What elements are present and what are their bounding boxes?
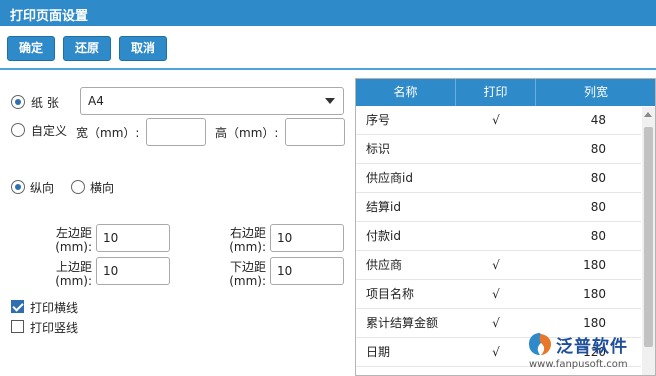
header-print[interactable]: 打印 [456,79,536,106]
width-label: 宽（mm）: [76,126,140,140]
cell-print[interactable]: √ [456,106,536,135]
cell-width[interactable]: 80 [536,164,606,193]
paper-label: 纸 张 [31,96,59,110]
left-margin-label-line2: (mm): [55,240,92,254]
portrait-radio[interactable] [11,180,25,194]
top-margin-input[interactable]: 10 [96,257,170,285]
logo-text: 泛普软件 [556,337,628,357]
cell-name: 日期 [366,345,391,359]
cell-name: 累计结算金额 [366,316,439,330]
scrollbar-thumb[interactable] [644,127,653,347]
custom-label: 自定义 [31,124,68,138]
table-row[interactable]: 供应商 √ 180 [356,251,641,280]
right-margin-label-line1: 右边距 [229,226,266,240]
fanpu-logo: 泛普软件 www.fanpusoft.com [527,330,652,374]
chevron-down-icon [325,98,335,104]
table-row[interactable]: 序号 √ 48 [356,106,641,135]
cell-name: 供应商id [366,171,413,185]
cell-name: 标识 [366,142,391,156]
cell-name: 付款id [366,229,401,243]
table-row[interactable]: 结算id 80 [356,193,641,222]
grid-header: 名称 打印 列宽 [356,79,655,106]
cell-print[interactable]: √ [456,251,536,280]
right-margin-label: 右边距 (mm): [200,226,266,254]
top-margin-label-line2: (mm): [55,274,92,288]
landscape-radio[interactable] [71,180,85,194]
table-row[interactable]: 项目名称 √ 180 [356,280,641,309]
left-margin-input[interactable]: 10 [96,224,170,252]
cell-width[interactable]: 80 [536,222,606,251]
window-title: 打印页面设置 [0,0,656,26]
bottom-margin-label-line2: (mm): [229,274,266,288]
print-hlines-checkbox[interactable] [11,300,24,313]
logo-mark-icon [529,333,551,355]
cell-width[interactable]: 80 [536,135,606,164]
restore-button[interactable]: 还原 [63,36,111,61]
right-margin-label-line2: (mm): [229,240,266,254]
cell-width[interactable]: 48 [536,106,606,135]
cell-name: 供应商 [366,258,403,272]
landscape-label: 横向 [90,181,115,195]
bottom-margin-label-line1: 下边距 [229,260,266,274]
right-margin-input[interactable]: 10 [270,224,344,252]
left-margin-label: 左边距 (mm): [30,226,92,254]
left-margin-label-line1: 左边距 [55,226,92,240]
paper-size-value: A4 [88,94,104,108]
cell-name: 项目名称 [366,287,415,301]
confirm-button[interactable]: 确定 [7,36,55,61]
paper-size-select[interactable]: A4 [80,87,344,115]
custom-width-input[interactable] [146,118,206,146]
height-label: 高（mm）: [215,126,279,140]
cell-print[interactable]: √ [456,309,536,338]
cell-name: 结算id [366,200,401,214]
scroll-up-icon[interactable] [644,112,652,117]
table-row[interactable]: 付款id 80 [356,222,641,251]
custom-radio[interactable] [11,123,25,137]
paper-radio[interactable] [11,95,25,109]
header-name[interactable]: 名称 [356,79,456,106]
top-margin-label: 上边距 (mm): [30,260,92,288]
cell-width[interactable]: 180 [536,280,606,309]
bottom-margin-label: 下边距 (mm): [200,260,266,288]
cell-name: 序号 [366,113,391,127]
header-width[interactable]: 列宽 [536,79,655,106]
custom-height-input[interactable] [285,118,345,146]
print-vlines-label: 打印竖线 [30,321,79,335]
top-margin-label-line1: 上边距 [55,260,92,274]
cell-print[interactable]: √ [456,280,536,309]
cancel-button[interactable]: 取消 [119,36,167,61]
print-vlines-checkbox[interactable] [11,320,24,333]
print-hlines-label: 打印横线 [30,301,79,315]
table-row[interactable]: 标识 80 [356,135,641,164]
bottom-margin-input[interactable]: 10 [270,257,344,285]
table-row[interactable]: 供应商id 80 [356,164,641,193]
portrait-label: 纵向 [30,181,55,195]
cell-print[interactable]: √ [456,338,536,367]
toolbar: 确定 还原 取消 [0,26,656,70]
cell-width[interactable]: 80 [536,193,606,222]
cell-width[interactable]: 180 [536,251,606,280]
logo-url: www.fanpusoft.com [529,359,628,370]
